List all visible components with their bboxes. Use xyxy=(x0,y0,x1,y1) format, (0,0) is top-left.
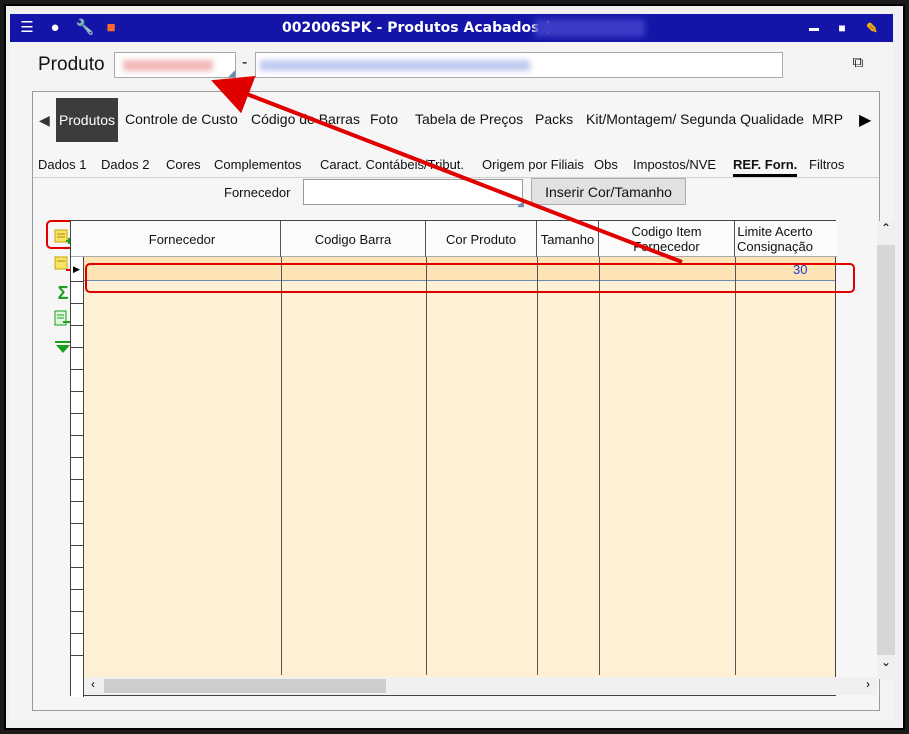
menu-icon[interactable]: ☰ xyxy=(18,18,36,36)
traffic-light-icon[interactable]: ● xyxy=(46,18,64,36)
row-tick xyxy=(71,303,84,304)
col-codigo-item-fornecedor[interactable]: Codigo Item Fornecedor xyxy=(599,221,735,257)
row-tick xyxy=(71,369,84,370)
row-tick xyxy=(71,567,84,568)
scroll-left-icon[interactable]: ‹ xyxy=(84,677,102,695)
produto-description-input[interactable] xyxy=(255,52,783,78)
row-tick xyxy=(71,501,84,502)
row-tick xyxy=(71,479,84,480)
tabs-scroll-left-icon[interactable]: ◀ xyxy=(39,112,50,129)
vertical-scrollbar[interactable]: ⌃ ⌄ xyxy=(877,221,895,679)
produto-code-input[interactable] xyxy=(114,52,236,78)
row-tick xyxy=(71,347,84,348)
col-divider xyxy=(537,257,538,675)
tab-tabela-de-precos[interactable]: Tabela de Preços xyxy=(415,111,523,127)
scroll-right-icon[interactable]: › xyxy=(859,677,877,695)
tab-packs[interactable]: Packs xyxy=(535,111,573,127)
col-limite-acerto-consignacao[interactable]: Limite Acerto Consignação xyxy=(735,221,815,257)
row-tick xyxy=(71,545,84,546)
window-title: 002006SPK - Produtos Acabados ( xyxy=(282,20,551,36)
title-bar[interactable]: ☰ ● 🔧 ■ 002006SPK - Produtos Acabados ( … xyxy=(10,14,893,42)
inserir-cor-tamanho-button[interactable]: Inserir Cor/Tamanho xyxy=(531,178,686,205)
subtab-complementos[interactable]: Complementos xyxy=(214,157,301,172)
fornecedor-label: Fornecedor xyxy=(224,185,291,200)
tab-foto[interactable]: Foto xyxy=(370,111,398,127)
tab-codigo-de-barras[interactable]: Código de Barras xyxy=(251,111,360,127)
subtab-caract-contabeis[interactable]: Caract. Contábeis/Tribut. xyxy=(320,157,464,172)
col-codigo-barra[interactable]: Codigo Barra xyxy=(281,221,426,257)
col-divider xyxy=(281,257,282,675)
redacted-value xyxy=(260,60,530,71)
subtab-ref-forn[interactable]: REF. Forn. xyxy=(733,157,798,177)
col-cor-produto[interactable]: Cor Produto xyxy=(426,221,537,257)
horizontal-scroll-thumb[interactable] xyxy=(104,679,386,693)
product-form: Produto ◢ - ⧉ ◀ Produtos Controle de Cus… xyxy=(10,42,895,720)
col-tamanho[interactable]: Tamanho xyxy=(537,221,599,257)
grid-header: Fornecedor Codigo Barra Cor Produto Tama… xyxy=(71,221,837,257)
produto-separator: - xyxy=(242,54,248,71)
lookup-icon[interactable]: ◢ xyxy=(228,68,236,79)
row-tick xyxy=(71,611,84,612)
row-tick xyxy=(71,281,84,282)
row-highlight xyxy=(85,263,855,293)
scroll-up-icon[interactable]: ⌃ xyxy=(877,221,895,245)
subtab-origem-por-filiais[interactable]: Origem por Filiais xyxy=(482,157,584,172)
subtab-impostos-nve[interactable]: Impostos/NVE xyxy=(633,157,716,172)
fornecedor-input[interactable] xyxy=(303,179,523,205)
row-tick xyxy=(71,457,84,458)
book-icon[interactable]: ■ xyxy=(102,18,120,36)
col-divider xyxy=(599,257,600,675)
wrench-icon[interactable]: 🔧 xyxy=(76,18,95,36)
maximize-button[interactable]: ■ xyxy=(832,18,852,38)
row-tick xyxy=(71,391,84,392)
row-tick xyxy=(71,589,84,590)
col-divider xyxy=(426,257,427,675)
fornecedor-lookup-icon[interactable]: ◢ xyxy=(517,198,524,209)
copy-icon[interactable]: ⧉ xyxy=(848,54,868,74)
produto-label: Produto xyxy=(38,54,105,75)
subtab-dados-1[interactable]: Dados 1 xyxy=(38,157,86,172)
row-tick xyxy=(71,523,84,524)
sub-tab-strip: Dados 1 Dados 2 Cores Complementos Carac… xyxy=(33,148,879,178)
subtab-dados-2[interactable]: Dados 2 xyxy=(101,157,149,172)
row-tick xyxy=(71,435,84,436)
title-redacted xyxy=(535,19,645,37)
tab-controle-de-custo[interactable]: Controle de Custo xyxy=(125,111,238,127)
current-row-marker-icon: ▶ xyxy=(73,264,80,274)
subtab-obs[interactable]: Obs xyxy=(594,157,618,172)
tab-kit-montagem[interactable]: Kit/Montagem/ Segunda Qualidade xyxy=(586,111,804,127)
minimize-button[interactable]: ▬ xyxy=(804,18,824,38)
tab-produtos[interactable]: Produtos xyxy=(56,98,119,142)
row-tick xyxy=(71,633,84,634)
subtab-cores[interactable]: Cores xyxy=(166,157,201,172)
row-indicator-column xyxy=(71,221,84,697)
col-fornecedor[interactable]: Fornecedor xyxy=(84,221,281,257)
col-divider xyxy=(735,257,736,675)
row-tick xyxy=(71,413,84,414)
row-tick xyxy=(71,655,84,656)
horizontal-scrollbar[interactable]: ‹ › xyxy=(84,677,877,695)
redacted-value xyxy=(123,60,213,71)
row-tick xyxy=(71,325,84,326)
tabs-scroll-right-icon[interactable]: ▶ xyxy=(859,110,871,130)
scroll-down-icon[interactable]: ⌄ xyxy=(877,655,895,679)
tab-mrp[interactable]: MRP xyxy=(812,111,843,127)
main-tab-strip: ◀ Produtos Controle de Custo Código de B… xyxy=(33,98,879,142)
pencil-icon[interactable]: ✎ xyxy=(862,18,882,38)
subtab-filtros[interactable]: Filtros xyxy=(809,157,844,172)
